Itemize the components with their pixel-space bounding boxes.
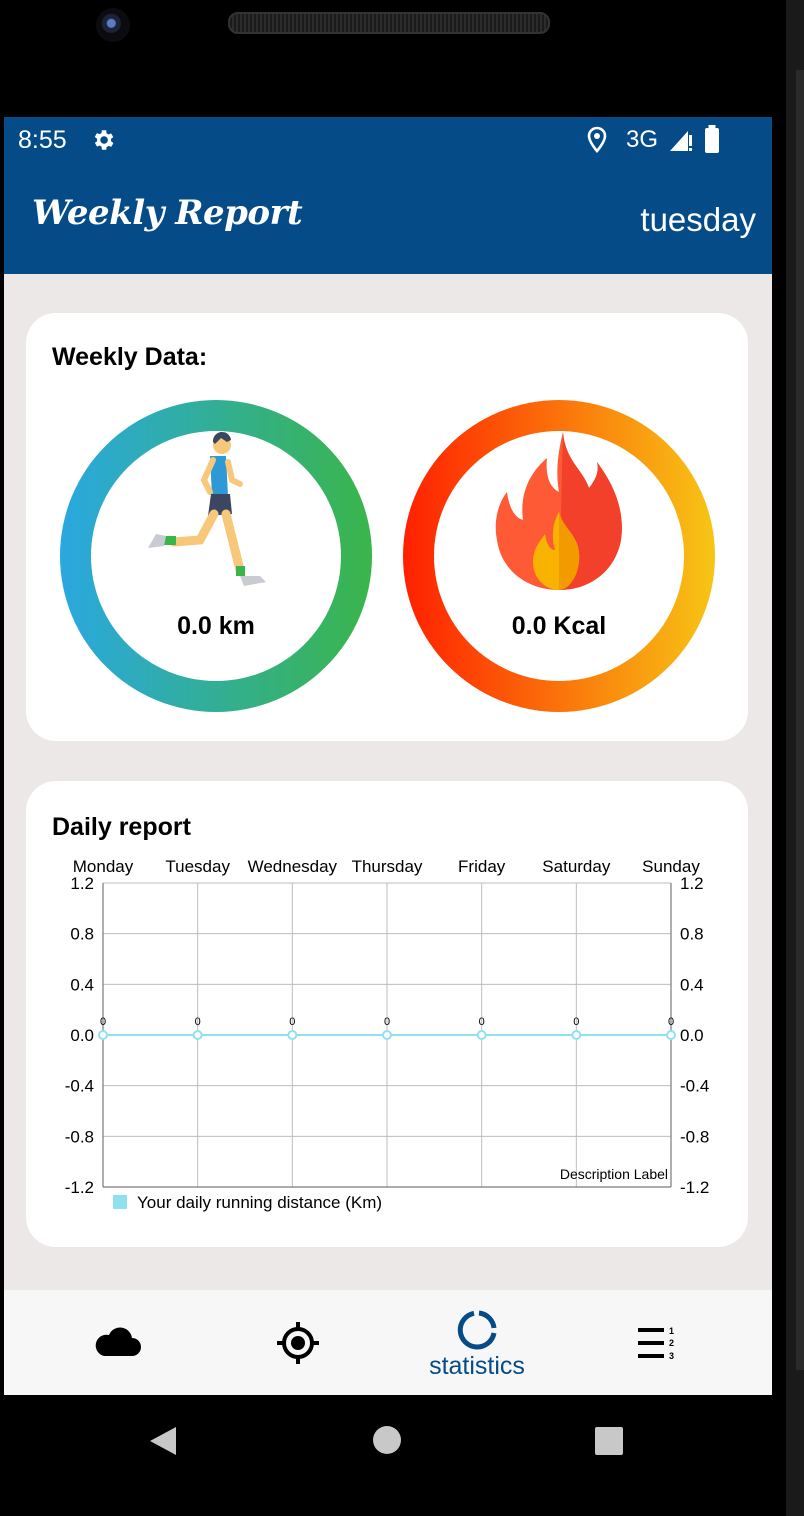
phone-frame-edge-inner [796,70,804,1370]
app-screen: 8:55 3G Weekly Report tuesday Weekly Dat… [4,117,772,1395]
chart-data-point [382,1030,392,1040]
earpiece-speaker [228,12,550,34]
weekly-data-card: Weekly Data: 0.0 km 0.0 Kcal [26,313,748,741]
distance-ring: 0.0 km [60,400,372,712]
ranking-list-icon: 1 2 3 [638,1326,674,1360]
chart-data-point [192,1030,203,1040]
chart-y-tick-right: -1.2 [680,1178,709,1197]
calories-value: 0.0 Kcal [511,612,607,640]
bottom-navigation: statistics 1 2 3 [4,1290,772,1395]
chart-value-label: 0 [573,1016,579,1028]
chart-y-tick-left: 0.8 [70,925,94,944]
svg-text:2: 2 [669,1338,674,1348]
status-bar: 8:55 3G [4,117,772,163]
chart-value-label: 0 [195,1016,201,1028]
chart-value-label: 0 [289,1016,295,1028]
home-icon[interactable] [372,1425,402,1455]
crosshair-icon [277,1322,319,1364]
chart-legend-swatch [113,1195,127,1209]
chart-x-tick-label: Thursday [352,857,423,876]
statistics-icon [457,1310,497,1350]
settings-gear-icon [94,130,114,150]
chart-y-tick-left: -1.2 [65,1178,94,1197]
chart-y-tick-left: 0.0 [70,1026,94,1045]
chart-value-label: 0 [668,1016,674,1028]
front-camera-icon [96,8,130,42]
chart-y-tick-right: -0.4 [680,1077,709,1096]
chart-y-tick-left: 1.2 [70,874,94,893]
chart-y-tick-right: 0.8 [680,925,704,944]
chart-y-tick-left: -0.8 [65,1127,94,1146]
chart-x-tick-label: Friday [458,857,506,876]
chart-y-tick-right: 1.2 [680,874,704,893]
page-title: Weekly Report [32,193,303,233]
current-day: tuesday [640,201,756,238]
chart-data-point [287,1030,298,1040]
chart-value-label: 0 [100,1016,106,1028]
nav-label-statistics: statistics [429,1352,525,1380]
svg-text:3: 3 [669,1351,674,1360]
distance-value: 0.0 km [177,612,255,640]
location-pin-icon [587,126,607,153]
cell-signal-icon [670,131,692,151]
nav-item-statistics[interactable]: statistics [381,1290,573,1395]
chart-x-tick-label: Monday [73,857,134,876]
chart-y-tick-left: 0.4 [70,975,94,994]
app-bar: Weekly Report tuesday [4,163,772,274]
nav-item-weather[interactable] [22,1290,214,1395]
runner-icon [148,431,266,586]
chart-y-tick-right: 0.4 [680,975,704,994]
daily-report-card: Daily report 1.2 1.2 0.8 0.8 0.4 0.4 0.0 0.0 -0.… [26,781,748,1247]
chart-value-label: 0 [479,1016,485,1028]
chart-value-label: 0 [384,1016,390,1028]
weekly-data-title: Weekly Data: [52,343,208,371]
svg-text:1: 1 [669,1326,674,1336]
cloud-icon [95,1327,141,1356]
chart-data-point [666,1030,676,1040]
daily-distance-chart: 1.2 1.2 0.8 0.8 0.4 0.4 0.0 0.0 -0.4 -0.4 -0.8 -0.8… [65,857,710,1212]
network-type: 3G [626,126,659,153]
chart-y-tick-right: 0.0 [680,1026,704,1045]
chart-x-tick-label: Saturday [542,857,611,876]
chart-data-point [98,1030,108,1040]
battery-icon [705,125,719,153]
chart-legend-label: Your daily running distance (Km) [137,1193,382,1212]
chart-data-point [571,1030,582,1040]
chart-x-tick-label: Sunday [642,857,700,876]
chart-description-label: Description Label [560,1166,668,1182]
chart-data-point [476,1030,487,1040]
chart-y-tick-right: -0.8 [680,1127,709,1146]
flame-icon [495,432,622,590]
back-icon[interactable] [148,1425,178,1457]
system-navigation-bar [0,1395,786,1516]
status-time: 8:55 [18,126,67,154]
calories-ring: 0.0 Kcal [403,400,715,712]
chart-x-tick-label: Wednesday [248,857,338,876]
recents-icon[interactable] [594,1426,624,1456]
nav-item-tracking[interactable] [202,1290,394,1395]
chart-x-tick-label: Tuesday [165,857,230,876]
nav-item-ranking[interactable]: 1 2 3 [562,1290,754,1395]
chart-y-tick-left: -0.4 [65,1077,94,1096]
